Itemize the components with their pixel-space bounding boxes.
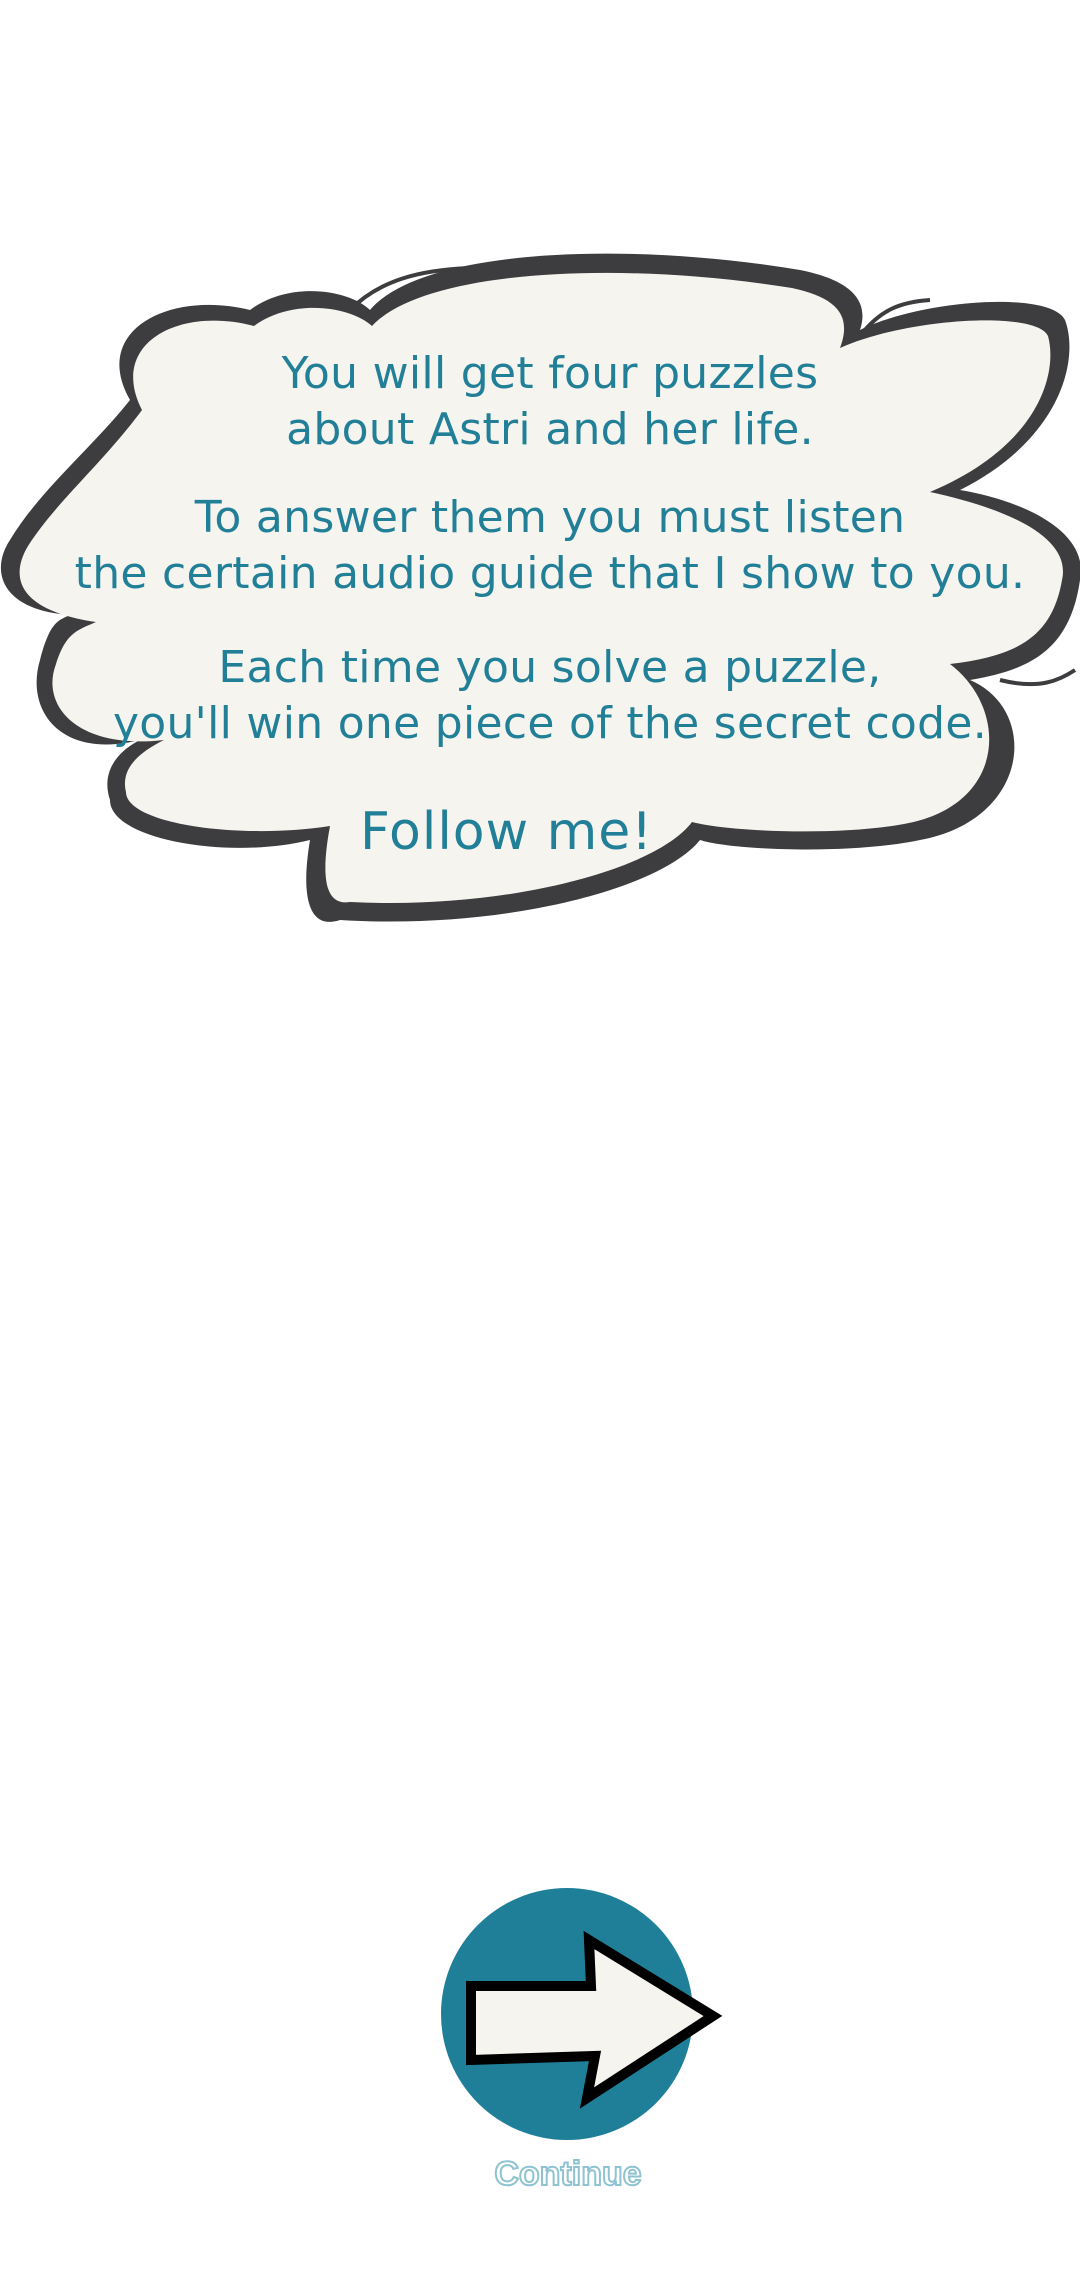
intro-line-1: You will get four puzzles: [281, 348, 819, 399]
reward-line-2: you'll win one piece of the secret code.: [112, 698, 988, 749]
intro-line-2: about Astri and her life.: [286, 404, 814, 455]
reward-paragraph: Each time you solve a puzzle, you'll win…: [60, 640, 1040, 752]
continue-label[interactable]: Continue: [440, 2152, 696, 2196]
intro-paragraph: You will get four puzzles about Astri an…: [60, 346, 1040, 458]
instructions-paragraph: To answer them you must listen the certa…: [60, 490, 1040, 602]
continue-button[interactable]: [441, 1888, 723, 2140]
instructions-line-1: To answer them you must listen: [194, 492, 906, 543]
instructions-line-2: the certain audio guide that I show to y…: [74, 548, 1026, 599]
speech-text: You will get four puzzles about Astri an…: [0, 240, 1080, 940]
screen: You will get four puzzles about Astri an…: [0, 0, 1080, 2280]
follow-me-text: Follow me!: [360, 802, 654, 862]
reward-line-1: Each time you solve a puzzle,: [218, 642, 882, 693]
speech-cloud: You will get four puzzles about Astri an…: [0, 240, 1080, 940]
arrow-right-icon: [466, 1930, 723, 2109]
